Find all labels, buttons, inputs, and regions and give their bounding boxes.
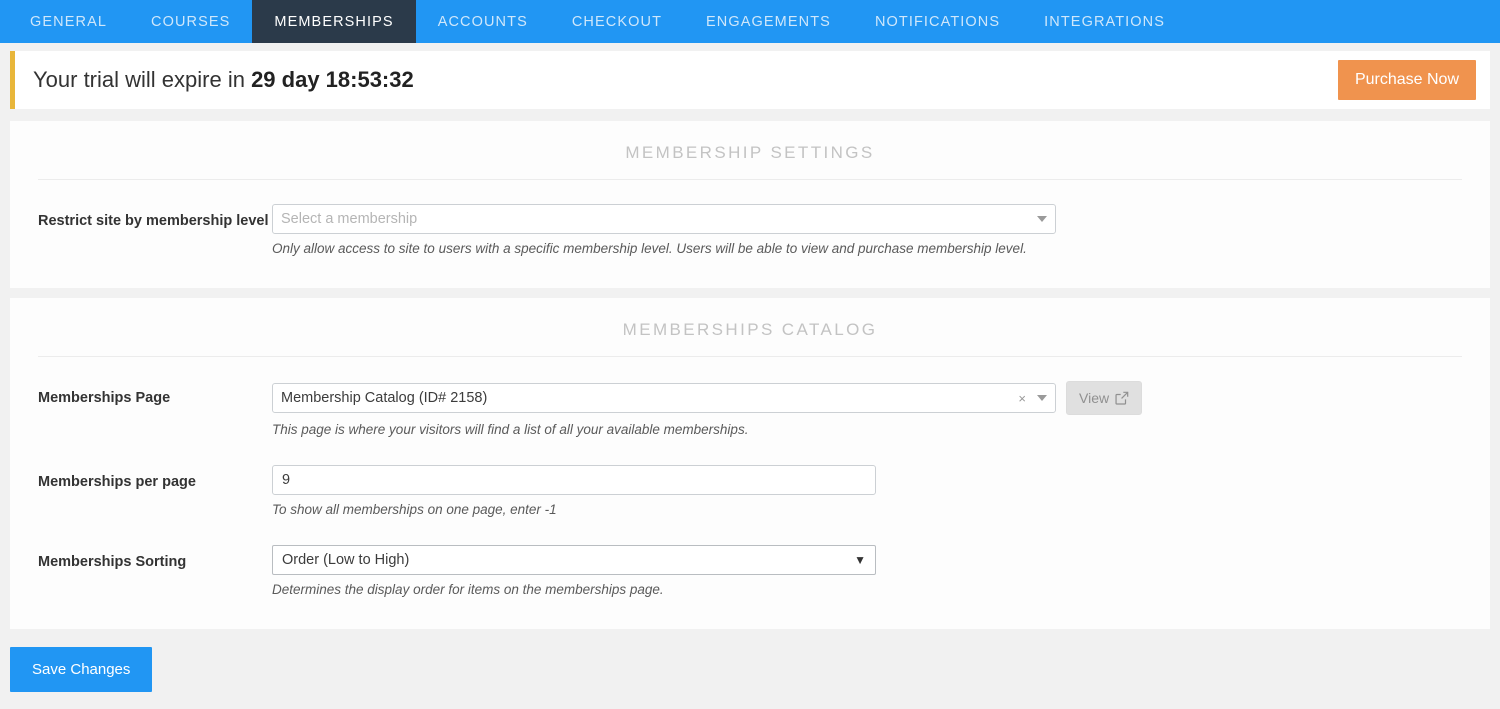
memberships-page-label: Memberships Page (38, 390, 171, 406)
tab-checkout[interactable]: CHECKOUT (550, 0, 684, 43)
trial-prefix: Your trial will expire in (33, 67, 252, 92)
tab-memberships-label: MEMBERSHIPS (274, 13, 394, 30)
memberships-per-page-field: To show all memberships on one page, ent… (272, 465, 1462, 519)
memberships-sorting-label: Memberships Sorting (38, 554, 187, 570)
memberships-page-row: Memberships Page Membership Catalog (ID#… (38, 381, 1462, 439)
tab-accounts[interactable]: ACCOUNTS (416, 0, 550, 43)
tab-integrations[interactable]: INTEGRATIONS (1022, 0, 1187, 43)
restrict-site-field: Select a membership Only allow access to… (272, 204, 1462, 258)
view-page-button[interactable]: View (1066, 381, 1143, 415)
restrict-site-field-line: Select a membership (272, 204, 1462, 234)
memberships-sorting-help: Determines the display order for items o… (272, 582, 664, 597)
trial-countdown: 29 day 18:53:32 (251, 67, 414, 92)
memberships-per-page-input[interactable] (272, 465, 876, 495)
memberships-page-value: Membership Catalog (ID# 2158) (281, 390, 488, 406)
chevron-down-icon: ▼ (854, 553, 866, 567)
tab-notifications[interactable]: NOTIFICATIONS (853, 0, 1022, 43)
memberships-sorting-row: Memberships Sorting Order (Low to High) … (38, 545, 1462, 599)
memberships-catalog-card: MEMBERSHIPS CATALOG Memberships Page Mem… (10, 298, 1490, 629)
restrict-site-select[interactable]: Select a membership (272, 204, 1056, 234)
tab-engagements-label: ENGAGEMENTS (706, 13, 831, 30)
membership-settings-card: MEMBERSHIP SETTINGS Restrict site by mem… (10, 121, 1490, 288)
trial-banner-wrapper: Your trial will expire in 29 day 18:53:3… (0, 43, 1500, 109)
clear-icon[interactable]: × (1014, 392, 1033, 405)
memberships-sorting-field: Order (Low to High) ▼ Determines the dis… (272, 545, 1462, 599)
tab-notifications-label: NOTIFICATIONS (874, 13, 1001, 30)
memberships-per-page-field-line (272, 465, 1462, 495)
section-divider (38, 179, 1462, 180)
memberships-sorting-select[interactable]: Order (Low to High) ▼ (272, 545, 876, 575)
memberships-page-field: Membership Catalog (ID# 2158) × View Thi… (272, 381, 1462, 439)
purchase-now-button[interactable]: Purchase Now (1337, 60, 1476, 100)
tab-checkout-label: CHECKOUT (571, 13, 663, 30)
restrict-site-placeholder: Select a membership (281, 211, 418, 227)
memberships-per-page-label: Memberships per page (38, 474, 196, 490)
save-changes-button[interactable]: Save Changes (10, 647, 153, 692)
restrict-site-row: Restrict site by membership level Select… (38, 204, 1462, 258)
section-divider (38, 356, 1462, 357)
memberships-catalog-title: MEMBERSHIPS CATALOG (622, 320, 878, 339)
tab-courses-label: COURSES (151, 13, 231, 30)
view-page-label: View (1079, 390, 1110, 406)
tab-integrations-label: INTEGRATIONS (1044, 13, 1166, 30)
membership-settings-title: MEMBERSHIP SETTINGS (625, 143, 875, 162)
tab-courses[interactable]: COURSES (129, 0, 252, 43)
external-link-icon (1115, 391, 1129, 405)
memberships-sorting-value: Order (Low to High) (282, 552, 410, 568)
tab-memberships[interactable]: MEMBERSHIPS (252, 0, 416, 43)
tab-engagements[interactable]: ENGAGEMENTS (684, 0, 853, 43)
restrict-site-help: Only allow access to site to users with … (272, 241, 1027, 256)
memberships-per-page-row: Memberships per page To show all members… (38, 465, 1462, 519)
memberships-sorting-field-line: Order (Low to High) ▼ (272, 545, 1462, 575)
settings-page: GENERAL COURSES MEMBERSHIPS ACCOUNTS CHE… (0, 0, 1500, 709)
restrict-site-label: Restrict site by membership level (38, 213, 269, 229)
memberships-page-help: This page is where your visitors will fi… (272, 422, 749, 437)
settings-tab-bar: GENERAL COURSES MEMBERSHIPS ACCOUNTS CHE… (0, 0, 1500, 43)
tab-general[interactable]: GENERAL (8, 0, 129, 43)
chevron-down-icon[interactable] (1037, 216, 1047, 222)
trial-banner: Your trial will expire in 29 day 18:53:3… (10, 51, 1490, 109)
memberships-page-select[interactable]: Membership Catalog (ID# 2158) × (272, 383, 1056, 413)
memberships-page-field-line: Membership Catalog (ID# 2158) × View (272, 381, 1462, 415)
chevron-down-icon[interactable] (1037, 395, 1047, 401)
save-bar: Save Changes (0, 639, 1500, 692)
tab-general-label: GENERAL (30, 13, 107, 30)
memberships-per-page-help: To show all memberships on one page, ent… (272, 502, 557, 517)
trial-banner-text: Your trial will expire in 29 day 18:53:3… (33, 67, 414, 93)
tab-accounts-label: ACCOUNTS (437, 13, 528, 30)
